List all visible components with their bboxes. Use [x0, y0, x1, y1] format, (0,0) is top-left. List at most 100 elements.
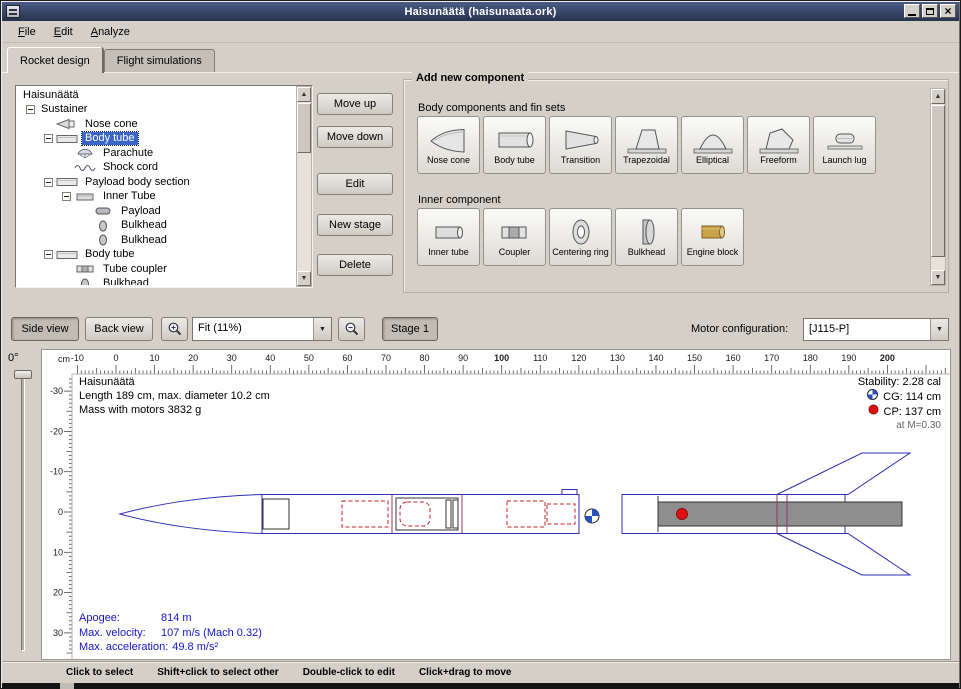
tree-item-sustainer[interactable]: Sustainer [18, 103, 294, 118]
tree-expander-spacer [80, 236, 89, 245]
palette-scrollbar[interactable]: ▲ ▼ [930, 88, 946, 286]
zoom-out-button[interactable] [338, 317, 365, 341]
tab-rocket-design[interactable]: Rocket design [7, 47, 103, 73]
move-down-button[interactable]: Move down [317, 126, 393, 148]
tree-expander-icon[interactable] [44, 134, 53, 143]
tree-item-tube-coupler[interactable]: Tube coupler [18, 262, 294, 277]
tree-item-bulkhead[interactable]: Bulkhead [18, 233, 294, 248]
minimize-button[interactable] [904, 4, 920, 18]
tree-expander-icon[interactable] [26, 105, 35, 114]
tree-item-bulkhead[interactable]: Bulkhead [18, 277, 294, 286]
add-bulkhead-button[interactable]: Bulkhead [615, 208, 678, 266]
horizontal-ruler: -100102030405060708090100110120130140150… [71, 353, 945, 374]
add-elliptical-button[interactable]: Elliptical [681, 116, 744, 174]
svg-text:20: 20 [53, 588, 63, 598]
add-transition-button[interactable]: Transition [549, 116, 612, 174]
maximize-button[interactable] [922, 4, 938, 18]
status-hint: Double-click to edit [303, 667, 395, 678]
parachute-shape [342, 501, 388, 527]
add-body-tube-button[interactable]: Body tube [483, 116, 546, 174]
svg-text:130: 130 [610, 353, 625, 363]
scroll-up-icon[interactable]: ▲ [931, 89, 945, 104]
tree-expander-icon[interactable] [44, 250, 53, 259]
bulkhead-icon [626, 217, 668, 247]
maximize-icon [926, 8, 934, 15]
flight-stat-value: 814 m [161, 611, 192, 626]
tree-item-inner-tube[interactable]: Inner Tube [18, 190, 294, 205]
delete-button[interactable]: Delete [317, 254, 393, 276]
zoom-level-combobox[interactable]: Fit (11%) ▼ [192, 317, 332, 341]
tree-scrollbar[interactable]: ▲ ▼ [296, 86, 312, 287]
palette-scrollbar-thumb[interactable] [931, 105, 945, 257]
edit-button[interactable]: Edit [317, 173, 393, 195]
add-launch-lug-button[interactable]: Launch lug [813, 116, 876, 174]
rocket-drawing[interactable] [120, 453, 910, 575]
coupler-icon [74, 263, 96, 275]
stability-info: Stability: 2.28 cal CG: 114 cmCP: 137 cm… [858, 375, 941, 433]
zoom-in-button[interactable] [161, 317, 188, 341]
add-coupler-button[interactable]: Coupler [483, 208, 546, 266]
tree-expander-icon[interactable] [62, 192, 71, 201]
palette-item-label: Engine block [687, 248, 739, 258]
palette-item-label: Coupler [499, 248, 531, 258]
menu-bar: FileEditAnalyze [2, 21, 959, 43]
tab-flight-simulations[interactable]: Flight simulations [104, 49, 215, 73]
motor-configuration-combobox[interactable]: [J115-P] ▼ [803, 318, 949, 341]
bulkhead-shape [446, 500, 451, 528]
add-engine-block-button[interactable]: Engine block [681, 208, 744, 266]
stability-value: Stability: 2.28 cal [858, 375, 941, 389]
cg-icon [867, 389, 878, 404]
rotation-slider-handle[interactable] [14, 370, 32, 379]
scroll-down-icon[interactable]: ▼ [931, 270, 945, 285]
rotation-slider-track[interactable] [21, 373, 25, 651]
menu-item-file[interactable]: File [10, 23, 44, 41]
add-trapezoidal-button[interactable]: Trapezoidal [615, 116, 678, 174]
back-view-button[interactable]: Back view [85, 317, 153, 341]
close-button[interactable]: × [940, 4, 956, 18]
shock-cord-icon [74, 162, 96, 174]
flight-stat-label: Apogee: [79, 611, 161, 626]
stage-1-toggle[interactable]: Stage 1 [382, 317, 438, 341]
side-view-button[interactable]: Side view [11, 317, 79, 341]
svg-text:30: 30 [227, 353, 237, 363]
tree-item-haisun-t[interactable]: Haisunäätä [18, 88, 294, 103]
add-freeform-button[interactable]: Freeform [747, 116, 810, 174]
tree-expander-icon[interactable] [44, 178, 53, 187]
chevron-down-icon[interactable]: ▼ [313, 318, 331, 340]
tree-item-bulkhead[interactable]: Bulkhead [18, 219, 294, 234]
scroll-down-icon[interactable]: ▼ [297, 271, 311, 286]
zoom-level-value: Fit (11%) [193, 318, 313, 340]
tree-item-shock-cord[interactable]: Shock cord [18, 161, 294, 176]
add-nose-cone-button[interactable]: Nose cone [417, 116, 480, 174]
trapezoidal-fin-icon [626, 125, 668, 155]
tree-item-payload[interactable]: Payload [18, 204, 294, 219]
scroll-up-icon[interactable]: ▲ [297, 87, 311, 102]
rocket-info-line: Mass with motors 3832 g [79, 403, 270, 417]
new-stage-button[interactable]: New stage [317, 214, 393, 236]
parachute-shape [507, 501, 545, 527]
body-tube-icon [56, 133, 78, 145]
tree-item-body-tube[interactable]: Body tube [18, 248, 294, 263]
forward-body-tube-shape [262, 495, 579, 534]
tree-item-payload-body-section[interactable]: Payload body section [18, 175, 294, 190]
move-up-button[interactable]: Move up [317, 93, 393, 115]
tree-item-nose-cone[interactable]: Nose cone [18, 117, 294, 132]
tree-item-body-tube[interactable]: Body tube [18, 132, 294, 147]
add-centering-ring-button[interactable]: Centering ring [549, 208, 612, 266]
palette-item-label: Freeform [760, 156, 797, 166]
fin-upper-shape [777, 453, 910, 495]
svg-text:30: 30 [53, 628, 63, 638]
resize-grip[interactable] [60, 683, 74, 689]
flight-stats: Apogee:814 mMax. velocity:107 m/s (Mach … [79, 611, 262, 655]
svg-text:40: 40 [265, 353, 275, 363]
component-tree[interactable]: HaisunäätäSustainerNose coneBody tubePar… [18, 88, 294, 285]
tree-item-parachute[interactable]: Parachute [18, 146, 294, 161]
tree-scrollbar-thumb[interactable] [297, 103, 311, 153]
window-menu-icon[interactable] [6, 5, 20, 18]
menu-item-edit[interactable]: Edit [46, 23, 81, 41]
add-inner-tube-button[interactable]: Inner tube [417, 208, 480, 266]
svg-text:170: 170 [764, 353, 779, 363]
chevron-down-icon[interactable]: ▼ [930, 319, 948, 340]
menu-item-analyze[interactable]: Analyze [83, 23, 138, 41]
body-tube-icon [56, 176, 78, 188]
